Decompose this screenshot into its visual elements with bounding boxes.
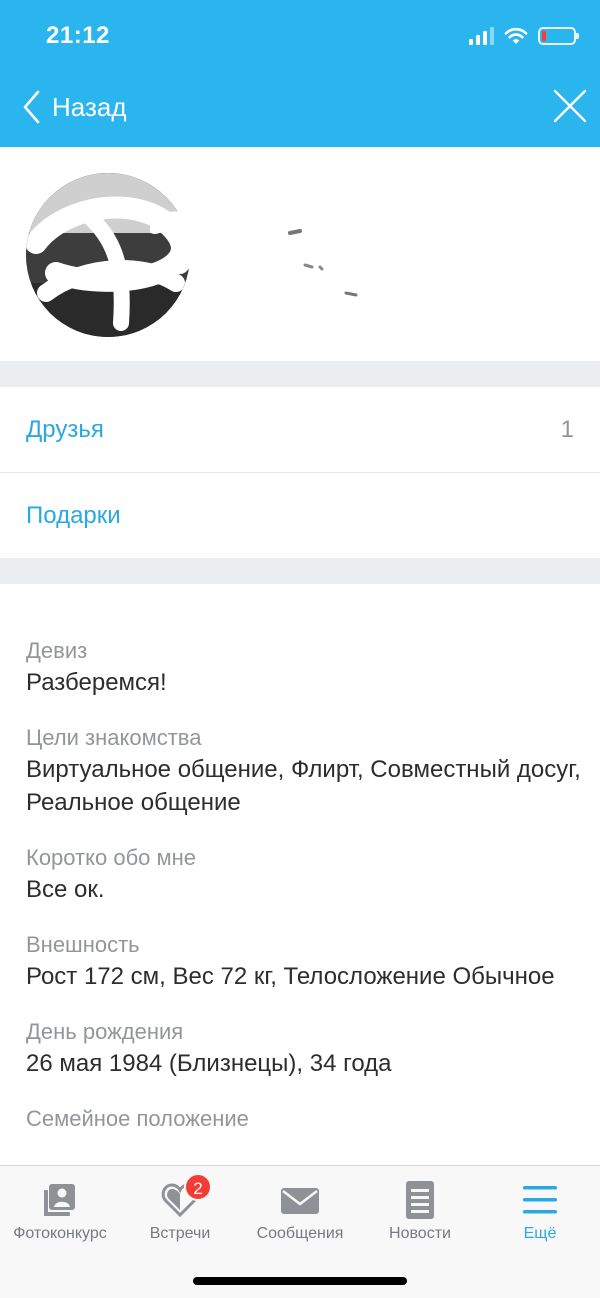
info-dating-goals: Цели знакомства Виртуальное общение, Фли… (26, 723, 586, 819)
info-label: Коротко обо мне (26, 845, 197, 870)
gifts-label: Подарки (26, 501, 121, 529)
tab-label: Новости (389, 1225, 451, 1242)
status-icons (469, 25, 579, 47)
photo-contest-icon (44, 1184, 75, 1216)
tab-more[interactable]: Ещё (480, 1166, 600, 1256)
menu-icon (523, 1186, 557, 1214)
section-separator (0, 361, 600, 387)
friends-row[interactable]: Друзья 1 (0, 387, 600, 472)
tab-meetings[interactable]: 2 Встречи (120, 1166, 240, 1256)
info-label: Семейное положение (26, 1106, 249, 1131)
news-icon (406, 1181, 434, 1219)
back-button[interactable]: Назад (22, 86, 127, 128)
info-label: Девиз (26, 638, 88, 663)
friends-count: 1 (560, 415, 574, 443)
tab-label: Фотоконкурс (13, 1225, 107, 1242)
info-birthday: День рождения 26 мая 1984 (Близнецы), 34… (26, 1017, 586, 1080)
chevron-left-icon (23, 90, 40, 124)
tab-label: Встречи (149, 1225, 211, 1242)
tab-news[interactable]: Новости (360, 1166, 480, 1256)
friends-label: Друзья (26, 415, 104, 443)
status-time: 21:12 (46, 22, 110, 49)
info-value: Все ок. (26, 876, 105, 903)
info-label: Внешность (26, 932, 140, 957)
profile-header (0, 147, 600, 361)
gifts-row[interactable]: Подарки (0, 473, 600, 558)
battery-icon (538, 27, 579, 45)
profile-info: Девиз Разберемся! Цели знакомства Виртуа… (26, 636, 586, 1158)
tab-label: Сообщения (256, 1225, 344, 1242)
info-value: Рост 172 см, Вес 72 кг, Телосложение Обы… (26, 963, 555, 990)
info-value: Виртуальное общение, Флирт, Совместный д… (26, 756, 581, 816)
envelope-icon (281, 1188, 319, 1214)
section-separator (0, 558, 600, 584)
info-label: День рождения (26, 1019, 184, 1044)
home-indicator (193, 1277, 407, 1285)
tab-messages[interactable]: Сообщения (240, 1166, 360, 1256)
cellular-signal-icon (469, 27, 494, 45)
back-label: Назад (52, 91, 127, 122)
profile-name-redacted (150, 211, 358, 297)
tab-photo-contest[interactable]: Фотоконкурс (0, 1166, 120, 1256)
close-icon[interactable] (552, 88, 588, 124)
meetings-badge: 2 (184, 1173, 212, 1201)
info-about-me: Коротко обо мне Все ок. (26, 843, 586, 906)
info-appearance: Внешность Рост 172 см, Вес 72 кг, Телосл… (26, 930, 586, 993)
tab-label: Ещё (523, 1225, 557, 1242)
top-bar: 21:12 Назад (0, 0, 600, 147)
info-marital-status: Семейное положение (26, 1104, 586, 1134)
info-label: Цели знакомства (26, 725, 202, 750)
info-value: 26 мая 1984 (Близнецы), 34 года (26, 1050, 392, 1077)
info-value: Разберемся! (26, 669, 167, 696)
wifi-icon (504, 27, 528, 44)
info-motto: Девиз Разберемся! (26, 636, 586, 699)
